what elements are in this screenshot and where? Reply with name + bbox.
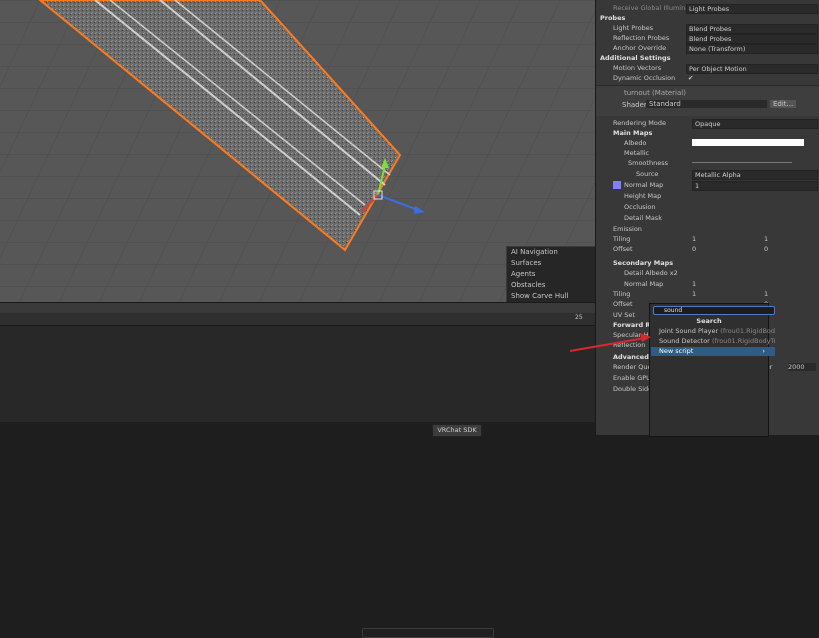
nav-agents[interactable]: Agents (507, 269, 595, 280)
smoothness-slider[interactable] (692, 162, 792, 163)
nav-obstacles[interactable]: Obstacles (507, 280, 595, 291)
chevron-right-icon: › (762, 347, 765, 355)
additional-settings-header[interactable]: Additional Settings (600, 53, 671, 63)
tiling2-x[interactable]: 1 (692, 289, 696, 299)
albedo-color-field[interactable] (692, 139, 804, 146)
shader-label: Shader (622, 101, 647, 109)
normal-map-scale[interactable]: 1 (692, 181, 818, 191)
show-carve-hull-toggle[interactable]: Show Carve Hull (507, 291, 595, 302)
secondary-normal-scale[interactable]: 1 (692, 279, 696, 289)
nav-surfaces[interactable]: Surfaces (507, 258, 595, 269)
main-maps-label: Main Maps (613, 129, 653, 137)
normal-map-thumbnail[interactable] (613, 181, 621, 189)
edit-shader-button[interactable]: Edit... (770, 100, 797, 108)
ai-navigation-title: AI Navigation (511, 248, 558, 256)
console-toolbar: 25 (0, 313, 595, 638)
search-title: Search (696, 317, 722, 325)
tiling-x[interactable]: 1 (692, 234, 696, 244)
rendering-mode-dropdown[interactable]: Opaque (692, 119, 818, 129)
console-search-input[interactable] (362, 628, 494, 638)
add-component-popup: sound Search Joint Sound Player (frou01.… (649, 303, 775, 437)
ai-navigation-overlay: AI Navigation Surfaces Agents Obstacles … (506, 246, 596, 303)
offset-y[interactable]: 0 (764, 244, 768, 254)
dynamic-occlusion-checkbox[interactable]: ✔ (688, 73, 693, 83)
secondary-maps-label: Secondary Maps (613, 259, 674, 267)
offset-x[interactable]: 0 (692, 244, 696, 254)
receive-gi-value[interactable]: Light Probes (686, 4, 818, 14)
shader-dropdown[interactable]: Standard (646, 100, 767, 108)
vrchat-sdk-tab[interactable]: VRChat SDK (432, 424, 482, 437)
material-name: turnout (Material) (624, 89, 686, 97)
layer-count: 25 (575, 314, 583, 321)
render-queue-value[interactable]: 2000 (788, 363, 816, 371)
annotation-arrow (569, 333, 651, 352)
joint-sound-player-item[interactable]: Joint Sound Player (frou01.RigidBody (651, 327, 775, 336)
tiling2-y[interactable]: 1 (764, 289, 768, 299)
new-script-item[interactable]: New script › (651, 347, 775, 356)
material-header: turnout (Material) Shader Standard Edit.… (596, 85, 819, 116)
anchor-override-field[interactable]: None (Transform) (686, 44, 818, 54)
tiling-y[interactable]: 1 (764, 234, 768, 244)
sound-detector-item[interactable]: Sound Detector (frou01.RigidBodyTra (651, 337, 775, 346)
source-dropdown[interactable]: Metallic Alpha (692, 170, 818, 180)
receive-gi-row: Receive Global Illuminatio Light Probes (596, 3, 819, 14)
probes-header[interactable]: Probes (600, 13, 625, 23)
console-panel (0, 326, 595, 422)
component-search-input[interactable]: sound (653, 306, 775, 315)
